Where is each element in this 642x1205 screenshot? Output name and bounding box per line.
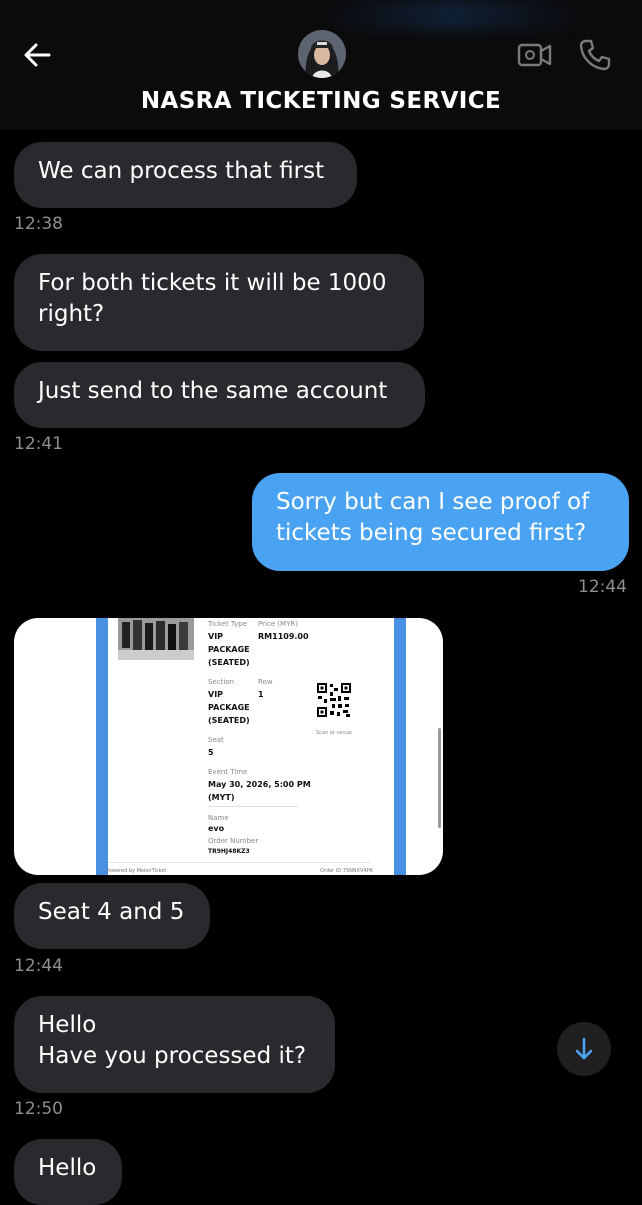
scroll-to-bottom-button[interactable] <box>557 1022 611 1076</box>
phone-call-icon[interactable] <box>578 38 614 72</box>
message-incoming[interactable]: Seat 4 and 5 <box>14 883 210 949</box>
row-label: Row <box>258 678 273 686</box>
message-outgoing[interactable]: Sorry but can I see proof of tickets bei… <box>252 473 629 571</box>
message-incoming[interactable]: Hello Have you processed it? <box>14 996 335 1093</box>
ticket-type-value: VIP PACKAGE (SEATED) <box>208 632 250 667</box>
ticket-image-message[interactable]: Ticket Type VIP PACKAGE (SEATED) Price (… <box>14 618 443 875</box>
message-timestamp: 12:38 <box>14 214 63 234</box>
message-timestamp: 12:50 <box>14 1099 63 1119</box>
section-label: Section <box>208 678 235 686</box>
ticket-card: Ticket Type VIP PACKAGE (SEATED) Price (… <box>96 618 406 875</box>
message-timestamp: 12:44 <box>578 577 627 597</box>
ticket-footer-divider <box>108 862 370 863</box>
message-incoming[interactable]: We can process that first <box>14 142 357 208</box>
avatar[interactable] <box>298 30 346 78</box>
price-label: Price (MYR) <box>258 620 298 628</box>
row-value: 1 <box>258 690 264 699</box>
section-value: VIP PACKAGE (SEATED) <box>208 690 250 725</box>
header-glow <box>322 0 582 30</box>
message-incoming[interactable]: Hello <box>14 1139 122 1205</box>
ticket-divider <box>208 806 298 807</box>
message-timestamp: 12:44 <box>14 956 63 976</box>
ticket-footer-left: Powered by MelonTicket <box>106 868 167 874</box>
order-number-label: Order Number <box>208 837 259 845</box>
event-time-label: Event Time <box>208 768 248 776</box>
back-arrow-icon[interactable] <box>22 40 52 70</box>
video-call-icon[interactable] <box>517 38 553 72</box>
seat-value: 5 <box>208 748 214 757</box>
message-timestamp: 12:41 <box>14 434 63 454</box>
chat-header: NASRA TICKETING SERVICE <box>0 0 642 130</box>
message-incoming[interactable]: For both tickets it will be 1000 right? <box>14 254 424 351</box>
ticket-photo <box>118 618 194 660</box>
image-scrollbar[interactable] <box>438 728 441 828</box>
arrow-down-icon <box>575 1037 593 1060</box>
price-value: RM1109.00 <box>258 632 309 641</box>
name-value: evo <box>208 824 225 833</box>
order-number-value: TR9HJ48KZ3 <box>208 848 250 855</box>
seat-label: Seat <box>208 736 224 744</box>
ticket-type-label: Ticket Type <box>208 620 248 628</box>
scan-at-venue-label: Scan at venue <box>316 730 352 736</box>
name-label: Name <box>208 814 229 822</box>
ticket-footer-right: Order ID 7SNNXV4PK <box>320 868 373 874</box>
event-time-value: May 30, 2026, 5:00 PM (MYT) <box>208 780 311 802</box>
chat-title: NASRA TICKETING SERVICE <box>140 88 502 114</box>
message-incoming[interactable]: Just send to the same account <box>14 362 425 428</box>
qr-code-icon <box>316 682 352 718</box>
